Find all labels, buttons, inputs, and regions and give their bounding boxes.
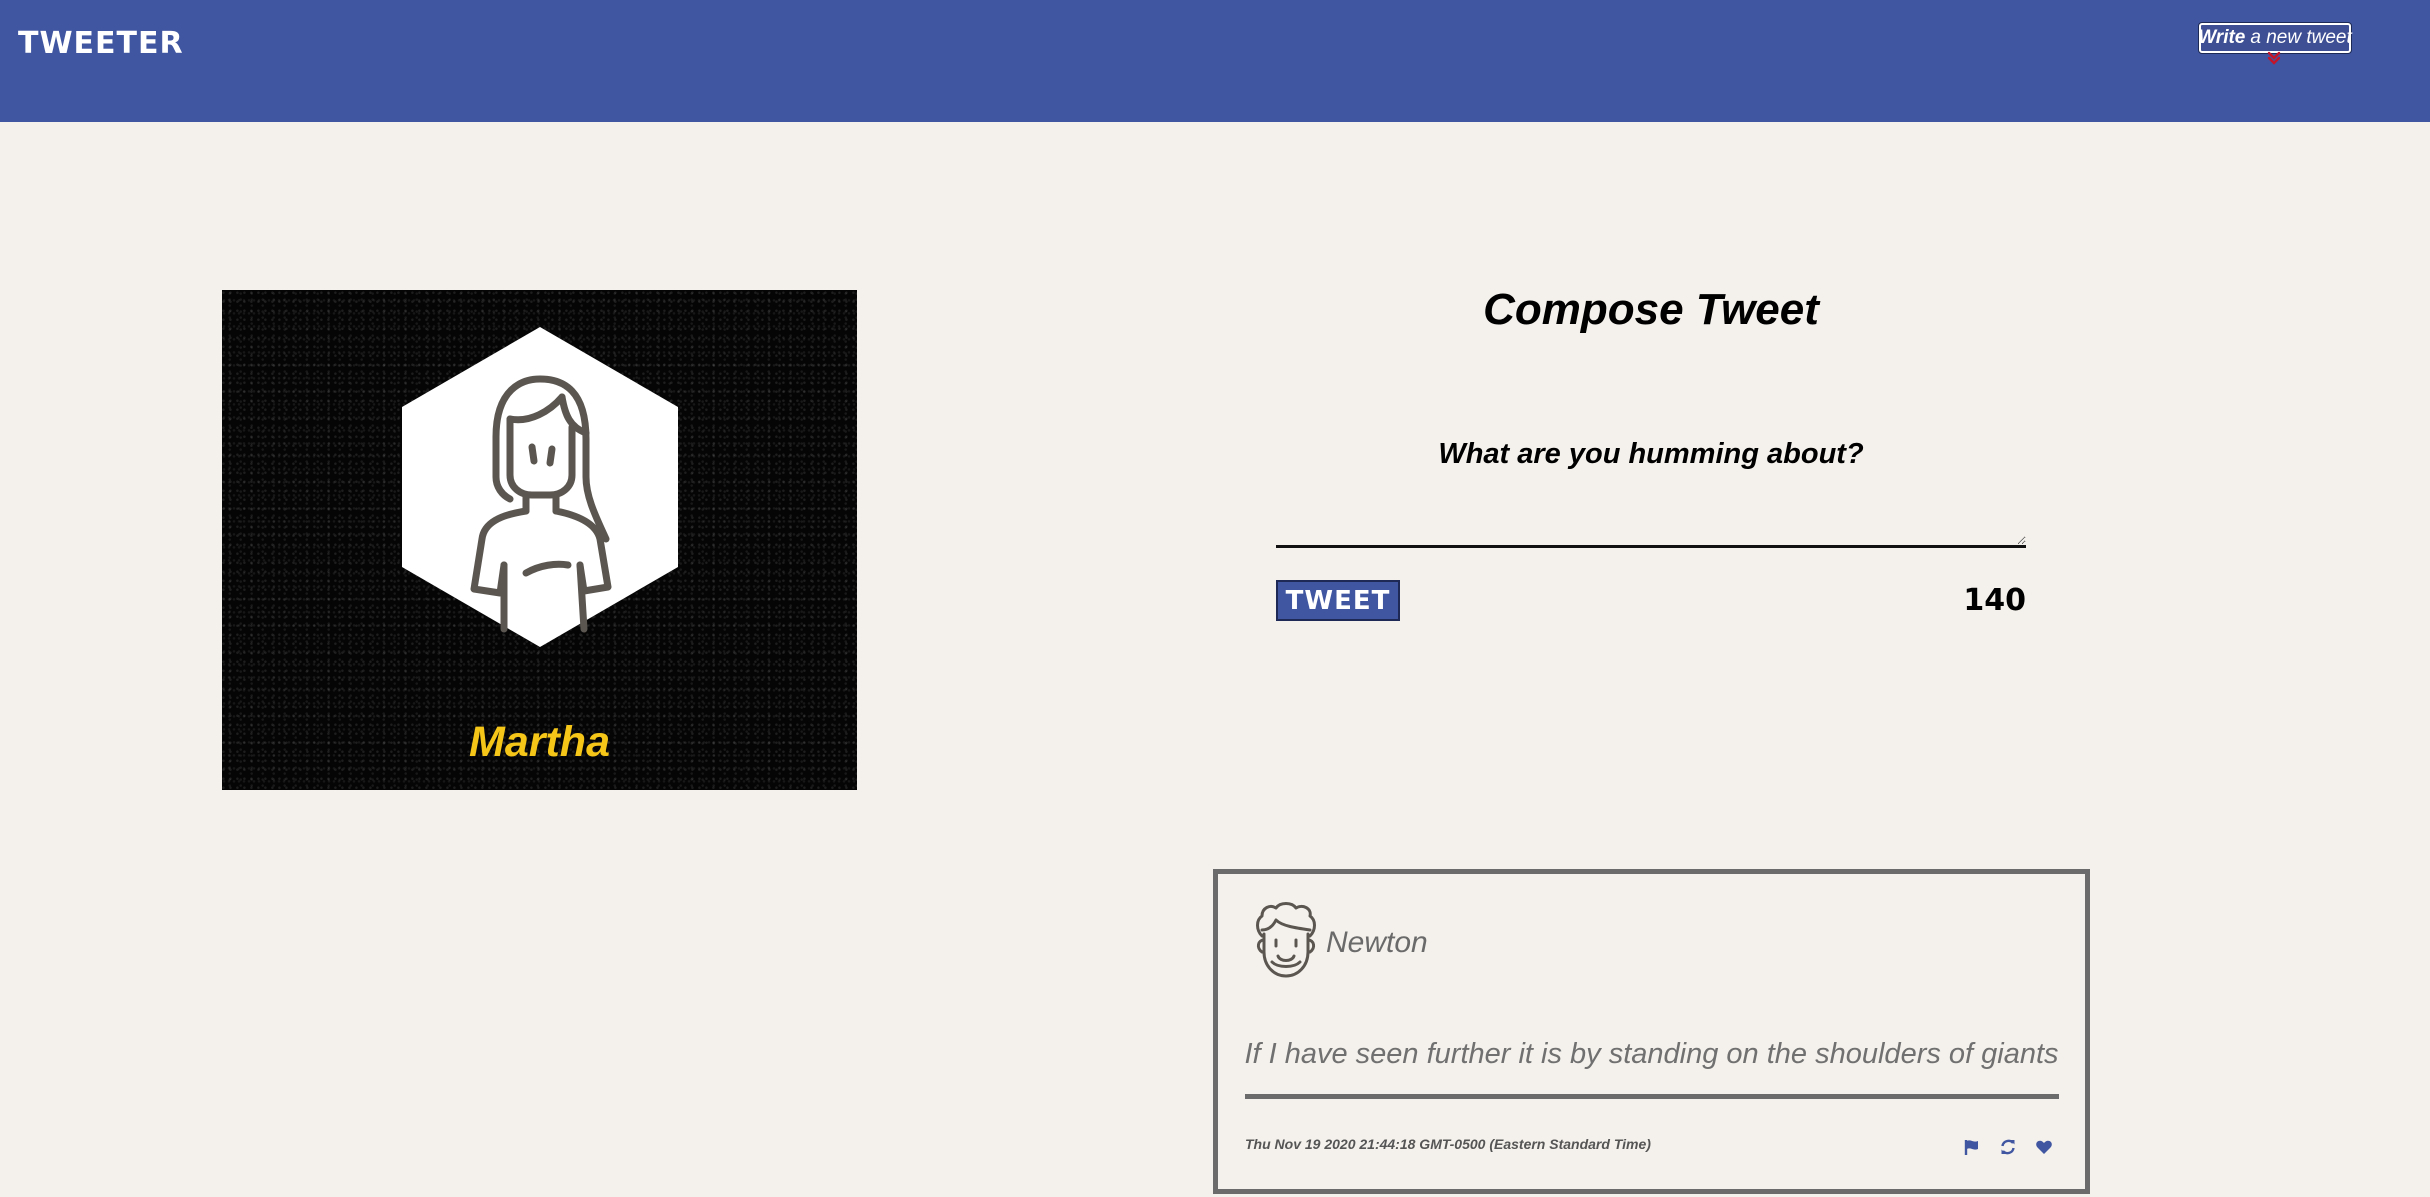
- author-avatar-icon: [1256, 902, 1316, 978]
- profile-name: Martha: [469, 718, 610, 766]
- character-counter: 140: [1963, 583, 2026, 618]
- top-nav: TWEETER Write a new tweet: [0, 0, 2430, 122]
- compose-prompt-label: What are you humming about?: [1438, 438, 1864, 470]
- write-tweet-bold-label: Write: [2198, 27, 2246, 48]
- tweet-author-name[interactable]: Newton: [1326, 926, 1428, 960]
- chevron-down-icon[interactable]: [2265, 48, 2283, 66]
- profile-card: Martha: [222, 290, 857, 790]
- write-tweet-label: a new tweet: [2250, 27, 2352, 48]
- tweet-timestamp: Thu Nov 19 2020 21:44:18 GMT-0500 (Easte…: [1245, 1136, 1651, 1152]
- heart-icon[interactable]: [2035, 1138, 2053, 1156]
- tweet-text-input[interactable]: [1276, 480, 2026, 548]
- user-avatar-icon: [402, 327, 678, 647]
- compose-title: Compose Tweet: [1483, 285, 1819, 334]
- tweet-submit-button[interactable]: TWEET: [1276, 580, 1400, 621]
- tweet-card: Newton If I have seen further it is by s…: [1213, 869, 2090, 1194]
- retweet-icon[interactable]: [1999, 1138, 2017, 1156]
- tweet-divider: [1245, 1094, 2059, 1099]
- brand-logo[interactable]: TWEETER: [18, 26, 184, 61]
- tweet-body: If I have seen further it is by standing…: [1244, 1038, 2059, 1070]
- flag-icon[interactable]: [1963, 1138, 1981, 1156]
- tweet-actions: [1963, 1138, 2053, 1156]
